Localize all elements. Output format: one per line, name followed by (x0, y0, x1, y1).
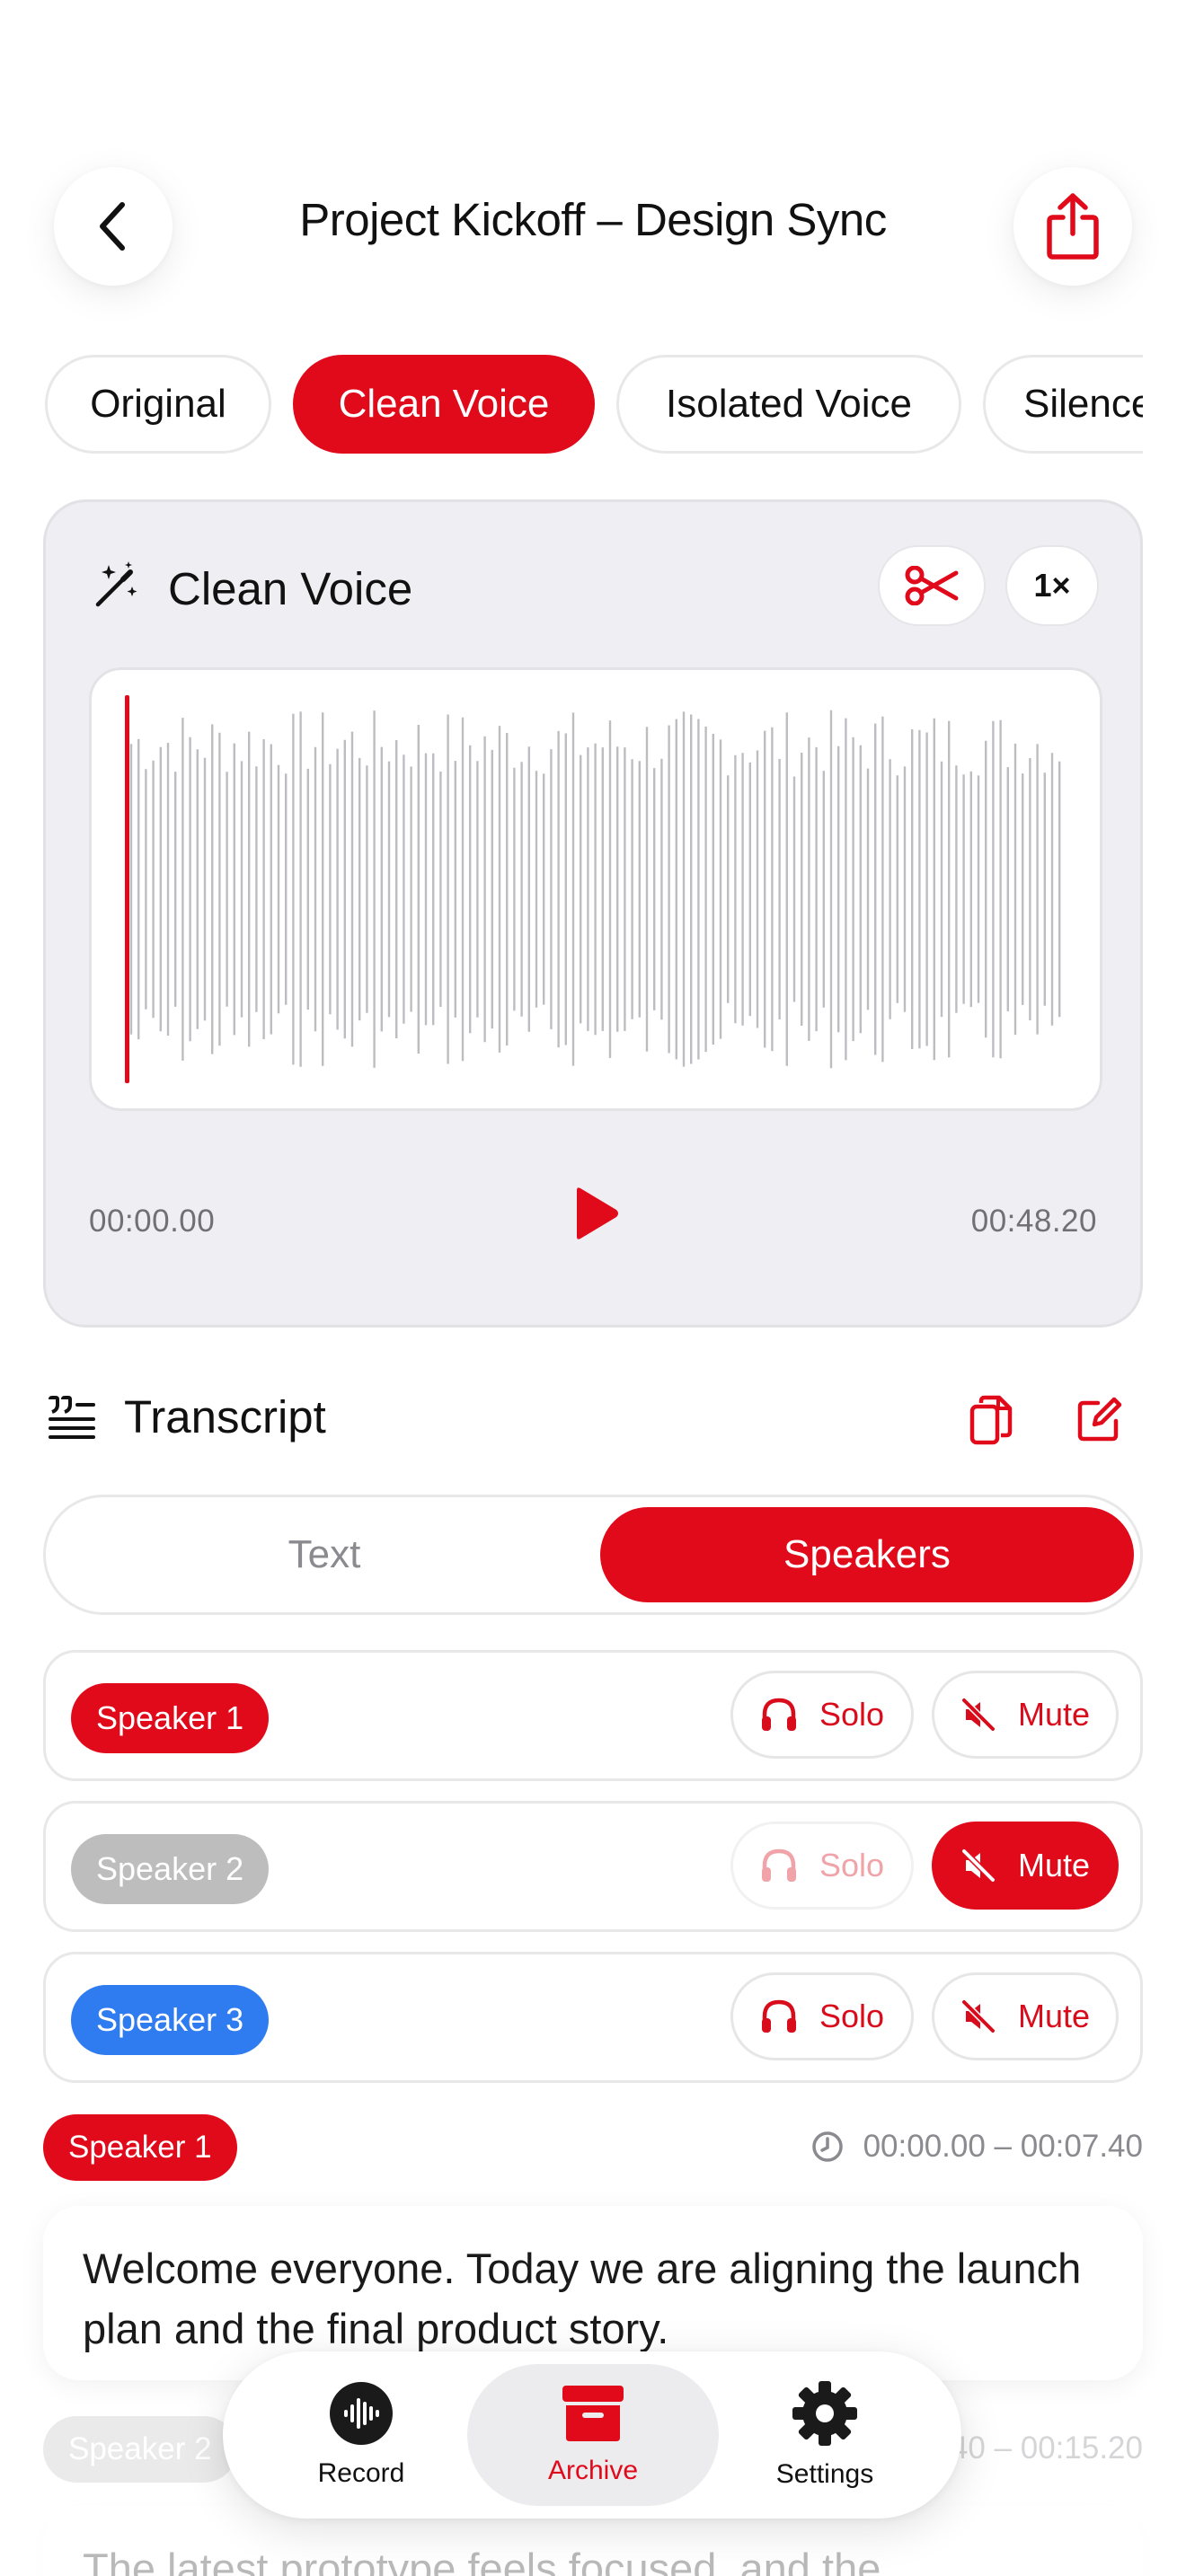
page-title: Project Kickoff – Design Sync (299, 194, 887, 245)
clock-icon (811, 2131, 843, 2162)
solo-button[interactable]: Solo (730, 1671, 914, 1759)
trim-button[interactable] (878, 545, 986, 626)
tab-speakers[interactable]: Speakers (600, 1507, 1134, 1602)
entry-speaker-chip: Speaker 1 (43, 2114, 237, 2181)
nav-archive[interactable]: Archive (467, 2364, 719, 2506)
share-icon (1047, 193, 1099, 260)
time-start: 00:00.00 (89, 1204, 216, 1239)
mute-button[interactable]: Mute (932, 1972, 1119, 2060)
bottom-nav: Record Archive Settings (223, 2351, 961, 2519)
headphones-icon (761, 1999, 796, 2033)
speaker-row: Speaker 1 Solo Mute (43, 1650, 1143, 1781)
waveform-graphic (125, 695, 1061, 1083)
speaker-chip: Speaker 1 (71, 1683, 270, 1753)
edit-icon[interactable] (1075, 1394, 1125, 1444)
copy-icon[interactable] (969, 1394, 1013, 1446)
playhead (125, 695, 129, 1083)
card-title: Clean Voice (168, 563, 413, 614)
speed-button[interactable]: 1× (1005, 545, 1099, 626)
time-end: 00:48.20 (970, 1204, 1097, 1239)
headphones-icon (761, 1698, 796, 1731)
mode-tabs: Original Clean Voice Isolated Voice Sile… (0, 355, 1143, 454)
speaker-muted-icon (960, 1697, 996, 1733)
tab-original[interactable]: Original (45, 355, 271, 454)
tab-isolated-voice[interactable]: Isolated Voice (616, 355, 961, 454)
tab-silence[interactable]: Silence (983, 355, 1143, 454)
chevron-left-icon (100, 202, 125, 251)
player-card: Clean Voice 1× 00:00.00 00:48.20 (43, 499, 1143, 1328)
speaker-muted-icon (960, 1998, 996, 2034)
speaker-chip: Speaker 2 (71, 1834, 270, 1904)
tab-text[interactable]: Text (55, 1507, 594, 1602)
play-icon[interactable] (571, 1187, 620, 1240)
transcript-icon (49, 1396, 95, 1439)
nav-settings[interactable]: Settings (699, 2364, 951, 2506)
transcript-view-toggle: Text Speakers (43, 1495, 1143, 1615)
archive-box-icon (562, 2386, 624, 2441)
speaker-row: Speaker 2 Solo Mute (43, 1801, 1143, 1932)
scissors-icon (905, 566, 959, 605)
mute-button[interactable]: Mute (932, 1671, 1119, 1759)
gear-icon (792, 2381, 857, 2446)
waveform-icon (330, 2382, 393, 2445)
nav-record[interactable]: Record (235, 2364, 487, 2506)
entry-speaker-chip: Speaker 2 (43, 2416, 237, 2483)
transcript-title: Transcript (124, 1391, 326, 1442)
mute-button[interactable]: Mute (932, 1822, 1119, 1910)
speed-label: 1× (1033, 567, 1071, 604)
waveform[interactable] (89, 667, 1102, 1111)
speaker-muted-icon (960, 1848, 996, 1883)
back-button[interactable] (54, 167, 173, 286)
solo-button[interactable]: Solo (730, 1822, 914, 1910)
solo-button[interactable]: Solo (730, 1972, 914, 2060)
entry-time-range: 00:00.00 – 00:07.40 (811, 2129, 1143, 2165)
headphones-icon (761, 1848, 796, 1882)
speaker-row: Speaker 3 Solo Mute (43, 1952, 1143, 2083)
magic-wand-icon (95, 561, 137, 607)
speaker-chip: Speaker 3 (71, 1985, 270, 2055)
share-button[interactable] (1013, 167, 1132, 286)
tab-clean-voice[interactable]: Clean Voice (293, 355, 595, 454)
